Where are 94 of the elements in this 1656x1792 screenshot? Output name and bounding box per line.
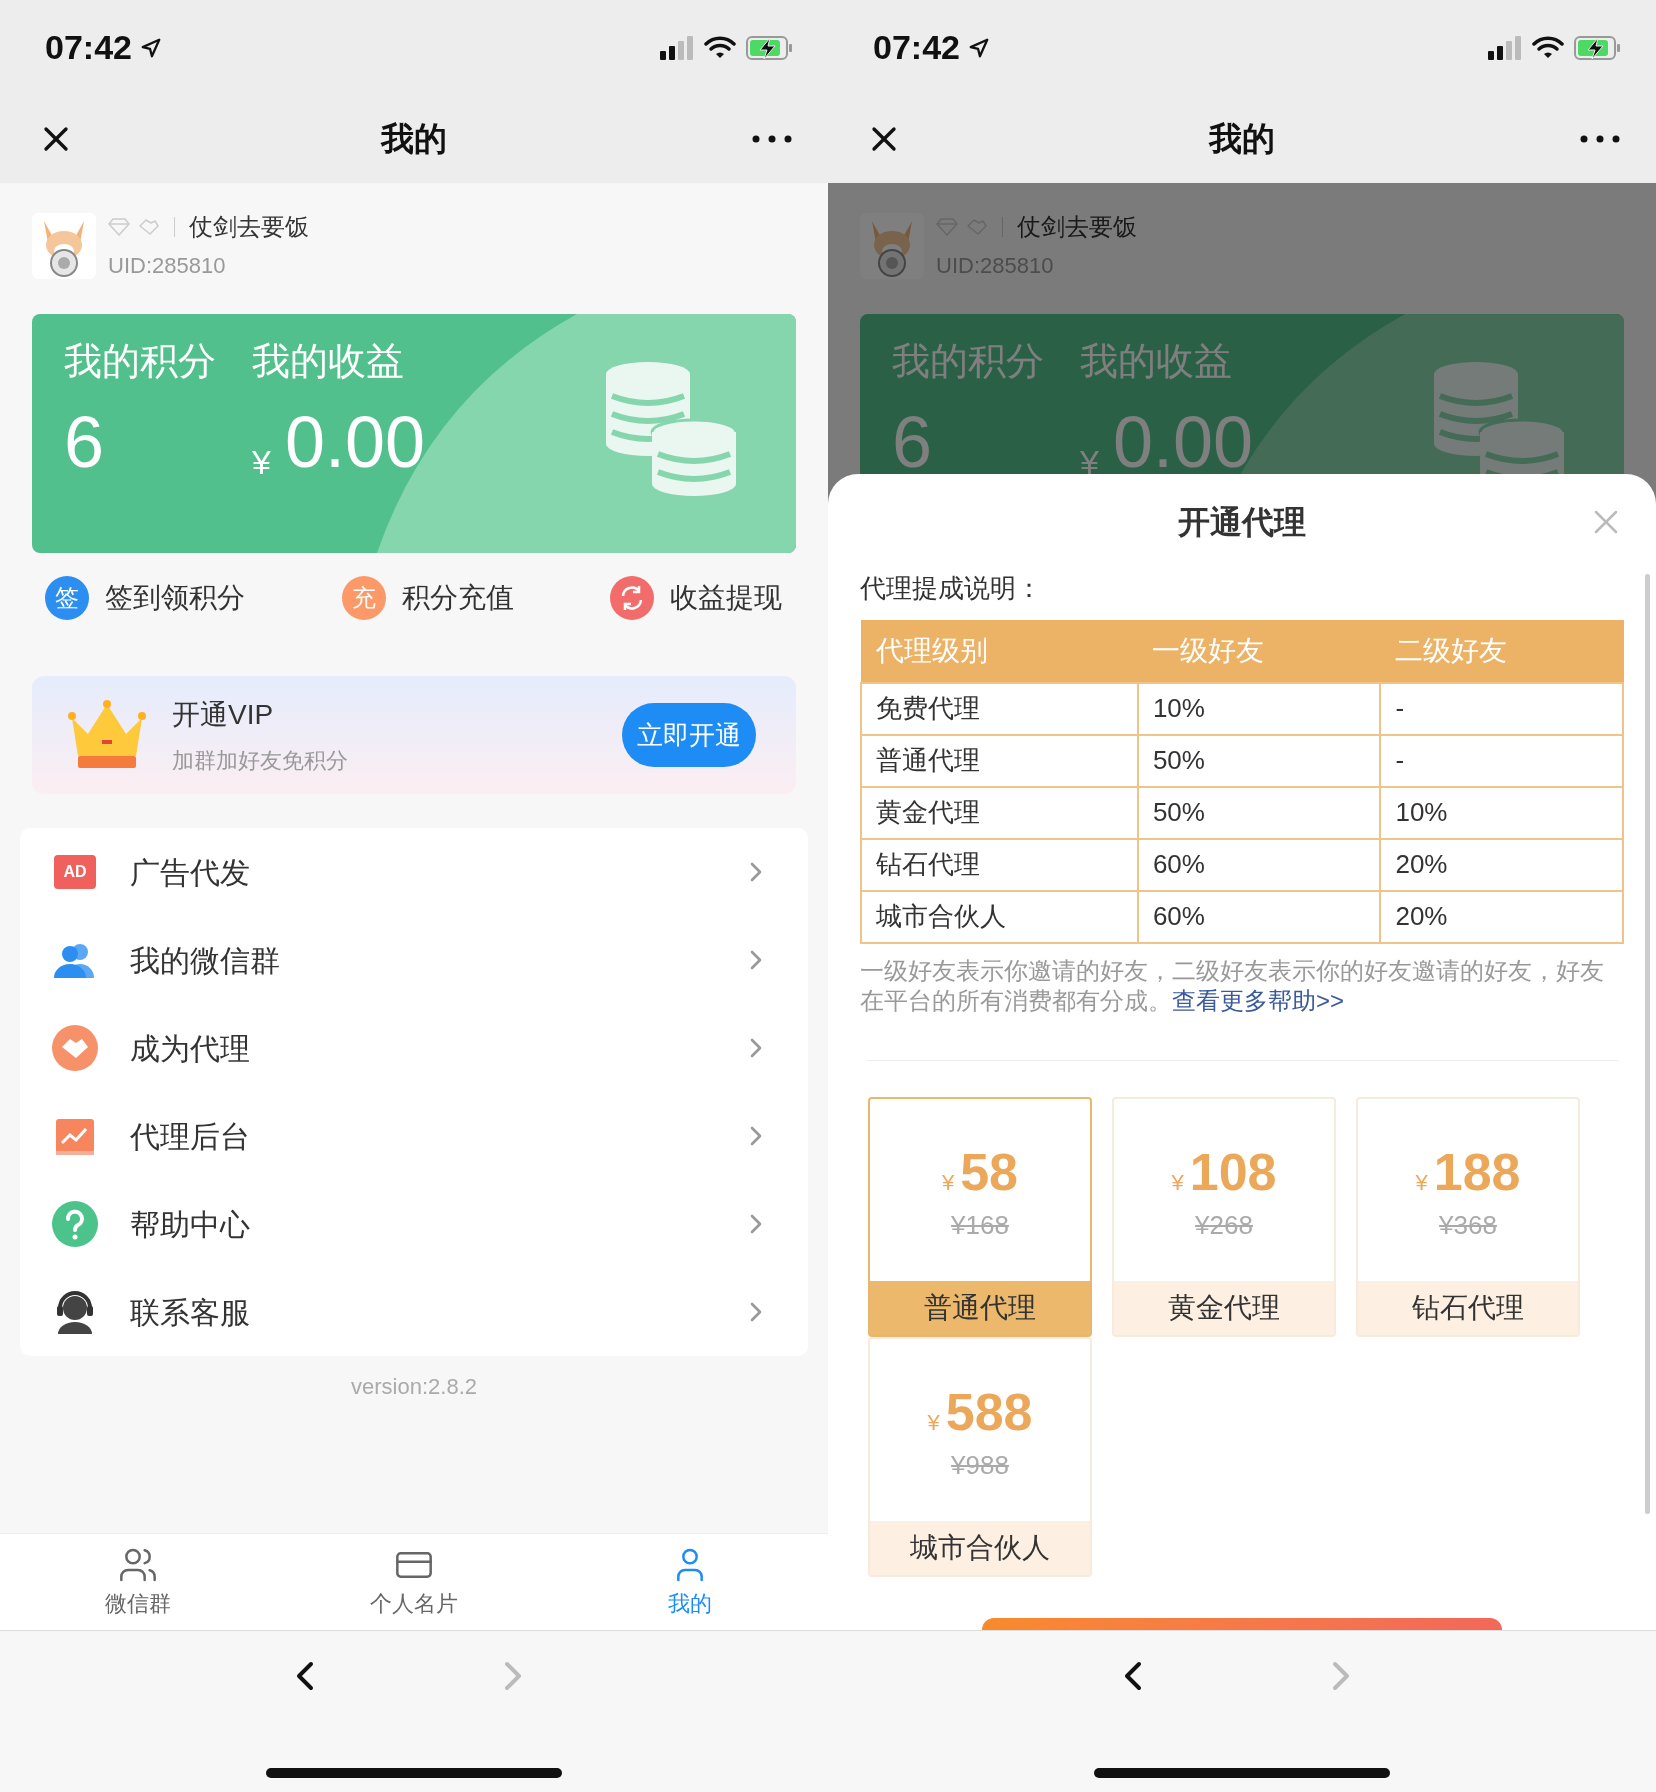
menu-item[interactable]: AD 广告代发 — [20, 828, 808, 916]
table-cell: 普通代理 — [861, 734, 1138, 787]
avatar — [860, 212, 924, 279]
wifi-icon — [1532, 35, 1564, 60]
earnings-value: 0.00 — [1112, 401, 1254, 484]
version-text: version:2.8.2 — [351, 1373, 477, 1401]
more-icon[interactable] — [1580, 135, 1620, 143]
menu-item[interactable]: 代理后台 — [20, 1092, 808, 1180]
sheet-title: 开通代理 — [1178, 503, 1306, 542]
location-icon — [967, 36, 990, 59]
action-link[interactable]: 签 签到领积分 — [45, 576, 245, 620]
points-value: 6 — [892, 401, 934, 484]
plan-price: 188 — [1433, 1142, 1521, 1202]
help-icon — [52, 1201, 98, 1247]
earnings-value: 0.00 — [284, 401, 426, 484]
column-header: 二级好友 — [1380, 620, 1623, 683]
points-label: 我的积分 — [892, 339, 1045, 384]
table-cell: 钻石代理 — [861, 838, 1138, 891]
battery-icon — [1574, 35, 1622, 60]
currency-symbol: ¥ — [1415, 1169, 1428, 1197]
tab[interactable]: 微信群 — [0, 1534, 276, 1630]
table-cell: 城市合伙人 — [861, 890, 1138, 943]
plan-card[interactable]: ¥108 ¥268 黄金代理 — [1112, 1096, 1336, 1337]
table-cell: 50% — [1137, 786, 1381, 839]
plan-name: 城市合伙人 — [870, 1520, 1090, 1575]
original-price: ¥368 — [1439, 1209, 1497, 1242]
table-cell: 10% — [1380, 786, 1623, 839]
page-title: 我的 — [1209, 119, 1275, 160]
plan-card[interactable]: ¥58 ¥168 普通代理 — [868, 1096, 1092, 1337]
action-icon: 充 — [341, 576, 386, 620]
coins-icon — [604, 362, 736, 498]
note-text: 一级好友表示你邀请的好友，二级好友表示你的好友邀请的好友，好友在平台的所有消费都有分成。查看更多帮助>> — [860, 955, 1605, 1016]
table-cell: 50% — [1137, 734, 1381, 787]
location-icon — [139, 36, 162, 59]
original-price: ¥268 — [1195, 1209, 1253, 1242]
menu-item[interactable]: 成为代理 — [20, 1004, 808, 1092]
earnings-label: 我的收益 — [252, 339, 405, 384]
currency-symbol: ¥ — [927, 1409, 940, 1437]
table-cell: 20% — [1380, 890, 1623, 943]
currency-symbol: ¥ — [1171, 1169, 1184, 1197]
earnings-label: 我的收益 — [1080, 339, 1233, 384]
menu-item[interactable]: 帮助中心 — [20, 1180, 808, 1268]
plan-price: 58 — [960, 1142, 1019, 1202]
currency-symbol: ¥ — [941, 1169, 955, 1197]
action-link[interactable]: 收益提现 — [610, 576, 782, 620]
people-icon — [54, 942, 96, 978]
original-price: ¥988 — [951, 1449, 1009, 1482]
signal-icon — [660, 35, 694, 60]
table-cell: 黄金代理 — [861, 786, 1138, 839]
plan-price: 588 — [945, 1382, 1033, 1442]
vip-subtitle: 加群加好友免积分 — [172, 746, 348, 775]
currency-symbol: ¥ — [252, 442, 271, 483]
tab[interactable]: 个人名片 — [276, 1534, 552, 1630]
table-cell: 免费代理 — [861, 682, 1138, 735]
action-link[interactable]: 充 积分充值 — [341, 576, 514, 620]
column-header: 一级好友 — [1137, 620, 1381, 683]
table-cell: - — [1380, 734, 1623, 787]
plan-name: 钻石代理 — [1358, 1280, 1578, 1335]
table-cell: 60% — [1137, 890, 1381, 943]
signal-icon — [1488, 35, 1522, 60]
column-header: 代理级别 — [861, 620, 1138, 683]
plan-price: 108 — [1189, 1142, 1277, 1202]
help-link[interactable]: 查看更多帮助>> — [1172, 986, 1345, 1014]
more-icon[interactable] — [752, 135, 792, 143]
ad-badge: AD — [54, 855, 96, 889]
table-cell: 60% — [1137, 838, 1381, 891]
status-time: 07:42 — [45, 27, 132, 68]
headset-icon — [54, 1290, 96, 1334]
table-cell: 10% — [1137, 682, 1381, 735]
menu-item[interactable]: 我的微信群 — [20, 916, 808, 1004]
currency-symbol: ¥ — [1080, 442, 1099, 483]
crown-icon — [68, 700, 146, 770]
points-value: 6 — [64, 401, 106, 484]
plan-name: 黄金代理 — [1114, 1280, 1334, 1335]
plan-name: 普通代理 — [870, 1280, 1090, 1335]
user-name: 仗剑去要饭 — [1017, 212, 1137, 242]
user-name: 仗剑去要饭 — [189, 212, 309, 242]
plan-card[interactable]: ¥188 ¥368 钻石代理 — [1356, 1096, 1580, 1337]
plan-card[interactable]: ¥588 ¥988 城市合伙人 — [868, 1336, 1092, 1577]
table-cell: 20% — [1380, 838, 1623, 891]
status-time: 07:42 — [873, 27, 960, 68]
original-price: ¥168 — [951, 1209, 1009, 1242]
wifi-icon — [704, 35, 736, 60]
menu-item[interactable]: 联系客服 — [20, 1268, 808, 1356]
user-id: UID:285810 — [108, 252, 227, 280]
table-cell: - — [1380, 682, 1623, 735]
avatar — [32, 212, 96, 279]
battery-icon — [746, 35, 794, 60]
page-title: 我的 — [381, 119, 447, 160]
action-icon: 签 — [45, 576, 89, 620]
vip-title: 开通VIP — [172, 697, 275, 732]
section-label: 代理提成说明： — [859, 572, 1043, 605]
diamond-icon — [108, 218, 130, 236]
points-label: 我的积分 — [64, 339, 217, 384]
